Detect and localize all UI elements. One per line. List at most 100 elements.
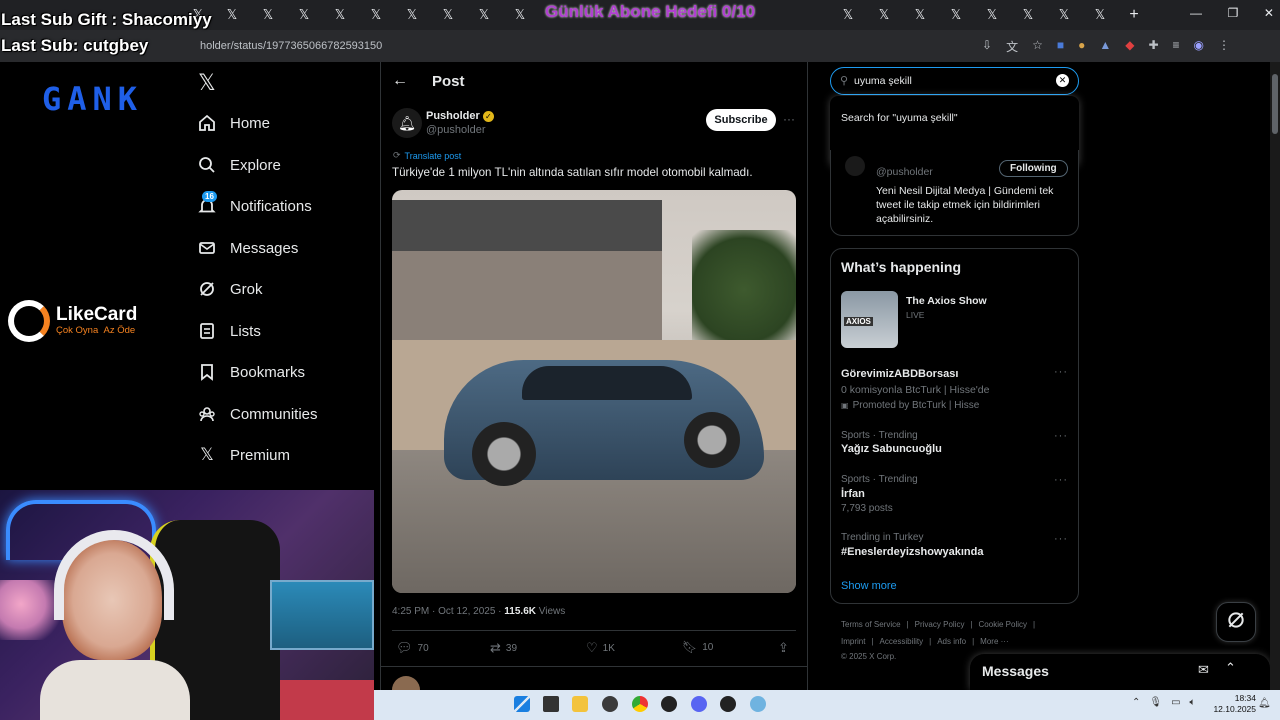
extension-icon[interactable]: ■ [1057, 38, 1064, 54]
live-title[interactable]: The Axios Show [906, 295, 987, 307]
file-explorer-icon[interactable] [572, 696, 588, 712]
bookmark-button[interactable]: 🔖︎ 10 [682, 640, 713, 654]
nav-premium[interactable]: 𝕏 Premium [198, 445, 290, 464]
subscribe-button[interactable]: Subscribe [706, 109, 776, 131]
extension-icon[interactable]: ◆ [1125, 38, 1134, 54]
nav-home[interactable]: Home [198, 114, 270, 132]
clock[interactable]: 18:34 12.10.2025 [1208, 693, 1256, 715]
post-image[interactable] [392, 190, 796, 593]
tab-x-icon[interactable]: 𝕏 [984, 7, 1000, 23]
new-tab-icon[interactable]: + [1126, 7, 1142, 23]
back-arrow-icon[interactable]: ← [392, 72, 408, 90]
footer-link[interactable]: More ··· [980, 637, 1008, 646]
trend-title[interactable]: İrfan [841, 488, 865, 500]
tab-x-icon[interactable]: 𝕏 [512, 7, 528, 23]
tab-x-icon[interactable]: 𝕏 [296, 7, 312, 23]
footer-link[interactable]: Cookie Policy [979, 620, 1027, 629]
footer-link[interactable]: Terms of Service [841, 620, 901, 629]
footer-link[interactable]: Privacy Policy [915, 620, 965, 629]
share-icon[interactable]: ⇪ [778, 640, 789, 656]
following-button[interactable]: Following [999, 160, 1068, 177]
footer-link[interactable]: Ads info [937, 637, 966, 646]
app-icon[interactable] [661, 696, 677, 712]
puzzle-icon[interactable]: ✚ [1148, 38, 1158, 54]
tab-x-icon[interactable]: 𝕏 [948, 7, 964, 23]
scrollbar-thumb[interactable] [1272, 74, 1278, 134]
author-name[interactable]: Pusholder ✓ [426, 110, 494, 122]
chevron-up-icon[interactable]: ⌃ [1132, 697, 1140, 713]
extension-icon[interactable]: ● [1078, 38, 1085, 54]
app-icon[interactable] [720, 696, 736, 712]
app-icon[interactable] [750, 696, 766, 712]
volume-icon[interactable]: 🔈︎ [1190, 697, 1196, 713]
nav-bookmarks[interactable]: Bookmarks [198, 363, 305, 381]
author-avatar[interactable]: 🔔︎ [392, 108, 422, 138]
translate-post-link[interactable]: ⟳ Translate post [393, 150, 461, 161]
task-view-icon[interactable] [543, 696, 559, 712]
mic-icon[interactable]: 🎙︎ [1149, 697, 1162, 713]
star-icon[interactable]: ☆ [1032, 38, 1043, 54]
discord-icon[interactable] [691, 696, 707, 712]
live-thumbnail[interactable]: AXIOS [841, 291, 898, 348]
network-icon[interactable]: ▭ [1171, 697, 1180, 713]
more-options-icon[interactable]: ··· [1054, 366, 1068, 378]
new-message-icon[interactable]: ✉ [1198, 662, 1209, 678]
messages-dock[interactable]: Messages ✉ ⌃ [970, 654, 1270, 690]
tab-x-icon[interactable]: 𝕏 [332, 7, 348, 23]
show-more-link[interactable]: Show more [841, 580, 897, 592]
x-logo-icon[interactable]: 𝕏 [198, 70, 216, 96]
nav-messages[interactable]: Messages [198, 239, 298, 257]
close-icon[interactable]: ✕ [1264, 6, 1274, 24]
expand-icon[interactable]: ⌃ [1225, 660, 1236, 676]
clear-search-icon[interactable]: ✕ [1056, 74, 1069, 87]
reply-button[interactable]: 💬︎ 70 [396, 640, 429, 656]
footer-link[interactable]: Imprint [841, 637, 865, 646]
extension-icon[interactable]: ▲ [1099, 38, 1111, 54]
tab-x-icon[interactable]: 𝕏 [1056, 7, 1072, 23]
tab-x-icon[interactable]: 𝕏 [440, 7, 456, 23]
like-button[interactable]: ♡ 1K [586, 640, 615, 656]
translate-icon[interactable]: 文 [1006, 38, 1018, 54]
search-suggestion[interactable]: Search for "uyuma şekill" [841, 112, 958, 124]
start-icon[interactable] [514, 696, 530, 712]
repost-button[interactable]: ⇄ 39 [490, 640, 517, 656]
tab-x-icon[interactable]: 𝕏 [912, 7, 928, 23]
chrome-icon[interactable] [632, 696, 648, 712]
tab-x-icon[interactable]: 𝕏 [404, 7, 420, 23]
nav-grok[interactable]: Grok [198, 280, 263, 298]
more-options-icon[interactable]: ··· [1054, 430, 1068, 442]
notifications-tray-icon[interactable]: 🔔︎ [1258, 698, 1271, 709]
minimize-icon[interactable]: — [1190, 6, 1202, 24]
install-icon[interactable]: ⇩ [982, 38, 992, 54]
trend-title[interactable]: #Eneslerdeyizshowyakında [841, 546, 983, 558]
footer-link[interactable]: Accessibility [880, 637, 924, 646]
author-handle[interactable]: @pusholder [426, 124, 485, 136]
nav-notifications[interactable]: 16 Notifications [198, 191, 312, 215]
tab-x-icon[interactable]: 𝕏 [840, 7, 856, 23]
tab-x-icon[interactable]: 𝕏 [1020, 7, 1036, 23]
tab-search-icon[interactable]: ≡ [1173, 38, 1180, 54]
more-options-icon[interactable]: ··· [783, 112, 795, 126]
nav-explore[interactable]: Explore [198, 156, 281, 174]
search-box[interactable]: ⚲ uyuma şekill ✕ [830, 67, 1079, 95]
more-options-icon[interactable]: ··· [1054, 474, 1068, 486]
tab-x-icon[interactable]: 𝕏 [224, 7, 240, 23]
address-bar[interactable]: holder/status/1977365066782593150 [92, 36, 952, 56]
menu-icon[interactable]: ⋮ [1218, 38, 1230, 54]
tab-x-icon[interactable]: 𝕏 [368, 7, 384, 23]
tab-x-icon[interactable]: 𝕏 [1092, 7, 1108, 23]
promo-title[interactable]: GörevimizABDBorsası [841, 368, 958, 380]
nav-communities[interactable]: Communities [198, 405, 318, 423]
app-icon[interactable] [602, 696, 618, 712]
nav-lists[interactable]: Lists [198, 322, 261, 340]
tab-x-icon[interactable]: 𝕏 [876, 7, 892, 23]
avatar[interactable]: ◉ [1194, 38, 1204, 54]
page-scrollbar[interactable] [1270, 62, 1280, 690]
trend-title[interactable]: Yağız Sabuncuoğlu [841, 443, 942, 455]
maximize-icon[interactable]: ❐ [1228, 6, 1239, 24]
tab-x-icon[interactable]: 𝕏 [260, 7, 276, 23]
more-options-icon[interactable]: ··· [1054, 533, 1068, 545]
search-input[interactable]: uyuma şekill [854, 75, 912, 87]
grok-floating-button[interactable] [1216, 602, 1256, 642]
tab-x-icon[interactable]: 𝕏 [476, 7, 492, 23]
